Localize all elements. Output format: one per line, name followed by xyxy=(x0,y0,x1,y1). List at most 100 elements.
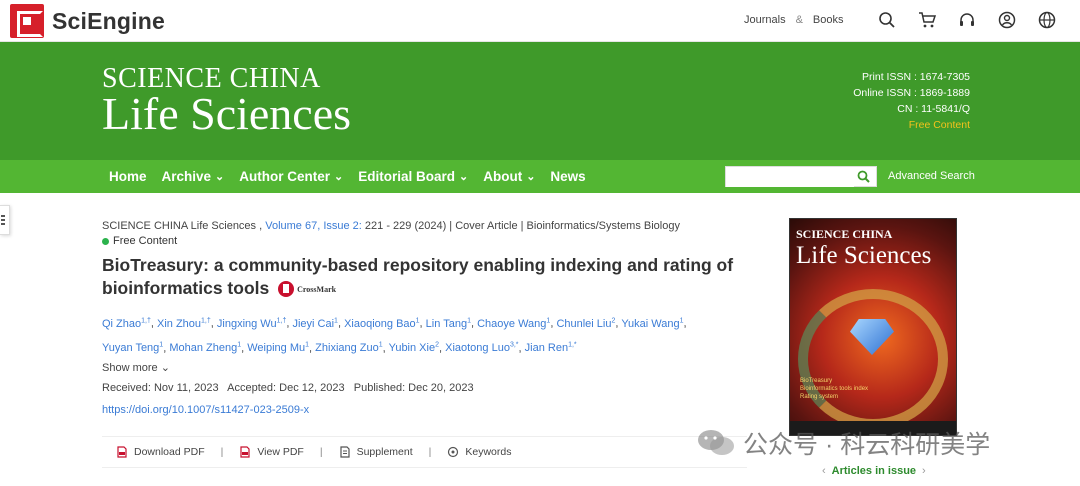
nav-label: Archive xyxy=(161,169,212,184)
pdf-icon xyxy=(239,446,251,458)
author-link[interactable]: Lin Tang1 xyxy=(426,317,471,330)
crossmark-label: CrossMark xyxy=(297,284,337,294)
headset-icon[interactable] xyxy=(958,11,976,29)
author-link[interactable]: Jingxing Wu1,† xyxy=(216,317,287,330)
author-list: Qi Zhao1,†, Xin Zhou1,†, Jingxing Wu1,†,… xyxy=(102,310,702,359)
author-affiliation: 1,† xyxy=(141,317,151,324)
issn-info: Print ISSN : 1674-7305 Online ISSN : 186… xyxy=(853,69,970,133)
download-pdf-button[interactable]: Download PDF xyxy=(116,446,205,458)
cart-icon[interactable] xyxy=(918,11,937,29)
user-icon[interactable] xyxy=(998,11,1016,29)
cover-title-line1: SCIENCE CHINA xyxy=(796,227,893,241)
nav-home[interactable]: Home xyxy=(109,169,147,184)
author-name: Chunlei Liu xyxy=(556,317,612,330)
chevron-down-icon: ⌄ xyxy=(160,362,170,374)
author-name: Xiaotong Luo xyxy=(445,342,510,355)
download-pdf-label: Download PDF xyxy=(134,446,205,458)
chevron-down-icon: ⌄ xyxy=(526,171,536,183)
top-icons xyxy=(878,11,1056,29)
author-affiliation: 1,† xyxy=(201,317,211,324)
nav-news[interactable]: News xyxy=(550,169,585,184)
author-link[interactable]: Jian Ren1,* xyxy=(524,341,577,355)
search-input[interactable] xyxy=(726,167,854,187)
article-actions: Download PDF | View PDF | Supplement | K… xyxy=(102,436,747,468)
view-pdf-button[interactable]: View PDF xyxy=(239,446,304,458)
supplement-button[interactable]: Supplement xyxy=(339,446,413,458)
author-name: Jingxing Wu xyxy=(216,317,277,330)
online-issn: Online ISSN : 1869-1889 xyxy=(853,87,970,99)
free-content-badge: Free Content xyxy=(102,235,177,247)
show-more-label: Show more xyxy=(102,362,158,374)
author-name: Mohan Zheng xyxy=(169,342,238,355)
journal-name: SCIENCE CHINA Life Sciences , xyxy=(102,220,263,232)
chevron-right-icon[interactable]: › xyxy=(922,465,926,477)
links-separator: & xyxy=(795,14,803,26)
cover-note-item: BioTreasury xyxy=(800,378,833,384)
cover-notes: BioTreasury Bioinformatics tools index R… xyxy=(800,377,868,401)
author-link[interactable]: Xiaotong Luo3,* xyxy=(445,341,519,355)
article-dates: Received: Nov 11, 2023 Accepted: Dec 12,… xyxy=(102,382,474,394)
author-link[interactable]: Mohan Zheng1 xyxy=(169,342,241,355)
nav-items: Home Archive ⌄ Author Center ⌄ Editorial B… xyxy=(109,160,601,193)
free-content-link[interactable]: Free Content xyxy=(853,117,970,133)
tag-icon xyxy=(447,446,459,458)
author-name: Xin Zhou xyxy=(157,317,202,330)
show-more-button[interactable]: Show more ⌄ xyxy=(102,361,170,374)
nav-archive[interactable]: Archive ⌄ xyxy=(162,169,225,184)
author-link[interactable]: Chunlei Liu2 xyxy=(556,317,615,330)
doi-link[interactable]: https://doi.org/10.1007/s11427-023-2509-… xyxy=(102,404,309,416)
action-separator: | xyxy=(220,446,224,458)
side-menu-toggle[interactable] xyxy=(0,205,10,235)
crossmark-icon xyxy=(278,281,295,298)
author-name: Weiping Mu xyxy=(247,342,306,355)
free-dot-icon xyxy=(102,237,109,245)
journal-cover-image[interactable]: SCIENCE CHINA Life Sciences BioTreasury … xyxy=(789,218,957,436)
author-link[interactable]: Chaoye Wang1 xyxy=(477,317,550,330)
books-link[interactable]: Books xyxy=(813,14,844,26)
volume-issue-link[interactable]: Volume 67, Issue 2: xyxy=(265,220,362,232)
author-link[interactable]: Yubin Xie2 xyxy=(388,342,439,355)
language-icon[interactable] xyxy=(1038,11,1056,29)
main-nav: Home Archive ⌄ Author Center ⌄ Editorial B… xyxy=(0,160,1080,193)
author-link[interactable]: Jieyi Cai1 xyxy=(292,317,337,330)
journal-title-line2: Life Sciences xyxy=(102,88,352,139)
author-name: Qi Zhao xyxy=(102,317,142,330)
article-title-text: BioTreasury: a community-based repositor… xyxy=(102,255,734,298)
author-link[interactable]: Xiaoqiong Bao1 xyxy=(344,317,419,330)
articles-in-issue-link[interactable]: Articles in issue xyxy=(832,465,916,477)
author-affiliation: 1,* xyxy=(568,341,577,349)
received-date: Received: Nov 11, 2023 xyxy=(102,382,219,394)
author-affiliation: 1,† xyxy=(276,317,287,324)
crossmark-badge[interactable]: CrossMark xyxy=(278,278,336,301)
action-separator: | xyxy=(319,446,323,458)
journals-link[interactable]: Journals xyxy=(744,14,786,26)
search-icon[interactable] xyxy=(857,170,870,183)
author-link[interactable]: Zhixiang Zuo1 xyxy=(315,342,383,355)
search-icon[interactable] xyxy=(878,11,896,29)
author-link[interactable]: Yuyan Teng1 xyxy=(102,342,163,355)
sciengine-logo[interactable]: SciEngine xyxy=(10,4,165,38)
citation-rest: 221 - 229 (2024) | Cover Article | Bioin… xyxy=(361,220,680,232)
keywords-button[interactable]: Keywords xyxy=(447,446,511,458)
cover-title: SCIENCE CHINA Life Sciences xyxy=(796,227,931,270)
nav-author-center[interactable]: Author Center ⌄ xyxy=(239,169,343,184)
nav-label: Editorial Board xyxy=(358,169,455,184)
author-name: Jian Ren xyxy=(524,342,569,355)
cover-note-item: Rating system xyxy=(800,394,839,400)
author-link[interactable]: Weiping Mu1 xyxy=(247,342,309,355)
accepted-date: Accepted: Dec 12, 2023 xyxy=(227,382,345,394)
keywords-label: Keywords xyxy=(465,446,512,458)
action-separator: | xyxy=(428,446,432,458)
author-affiliation: 3,* xyxy=(509,341,519,349)
nav-editorial-board[interactable]: Editorial Board ⌄ xyxy=(358,169,468,184)
author-link[interactable]: Xin Zhou1,† xyxy=(157,317,211,330)
author-link[interactable]: Yukai Wang1 xyxy=(621,317,683,330)
nav-about[interactable]: About ⌄ xyxy=(483,169,535,184)
chevron-left-icon[interactable]: ‹ xyxy=(822,465,826,477)
journal-title[interactable]: SCIENCE CHINA Life Sciences xyxy=(102,65,351,137)
author-name: Yubin Xie xyxy=(388,342,436,355)
advanced-search-link[interactable]: Advanced Search xyxy=(888,170,975,182)
author-name: Xiaoqiong Bao xyxy=(344,317,416,330)
author-link[interactable]: Qi Zhao1,† xyxy=(102,317,151,330)
chevron-down-icon: ⌄ xyxy=(215,171,225,183)
